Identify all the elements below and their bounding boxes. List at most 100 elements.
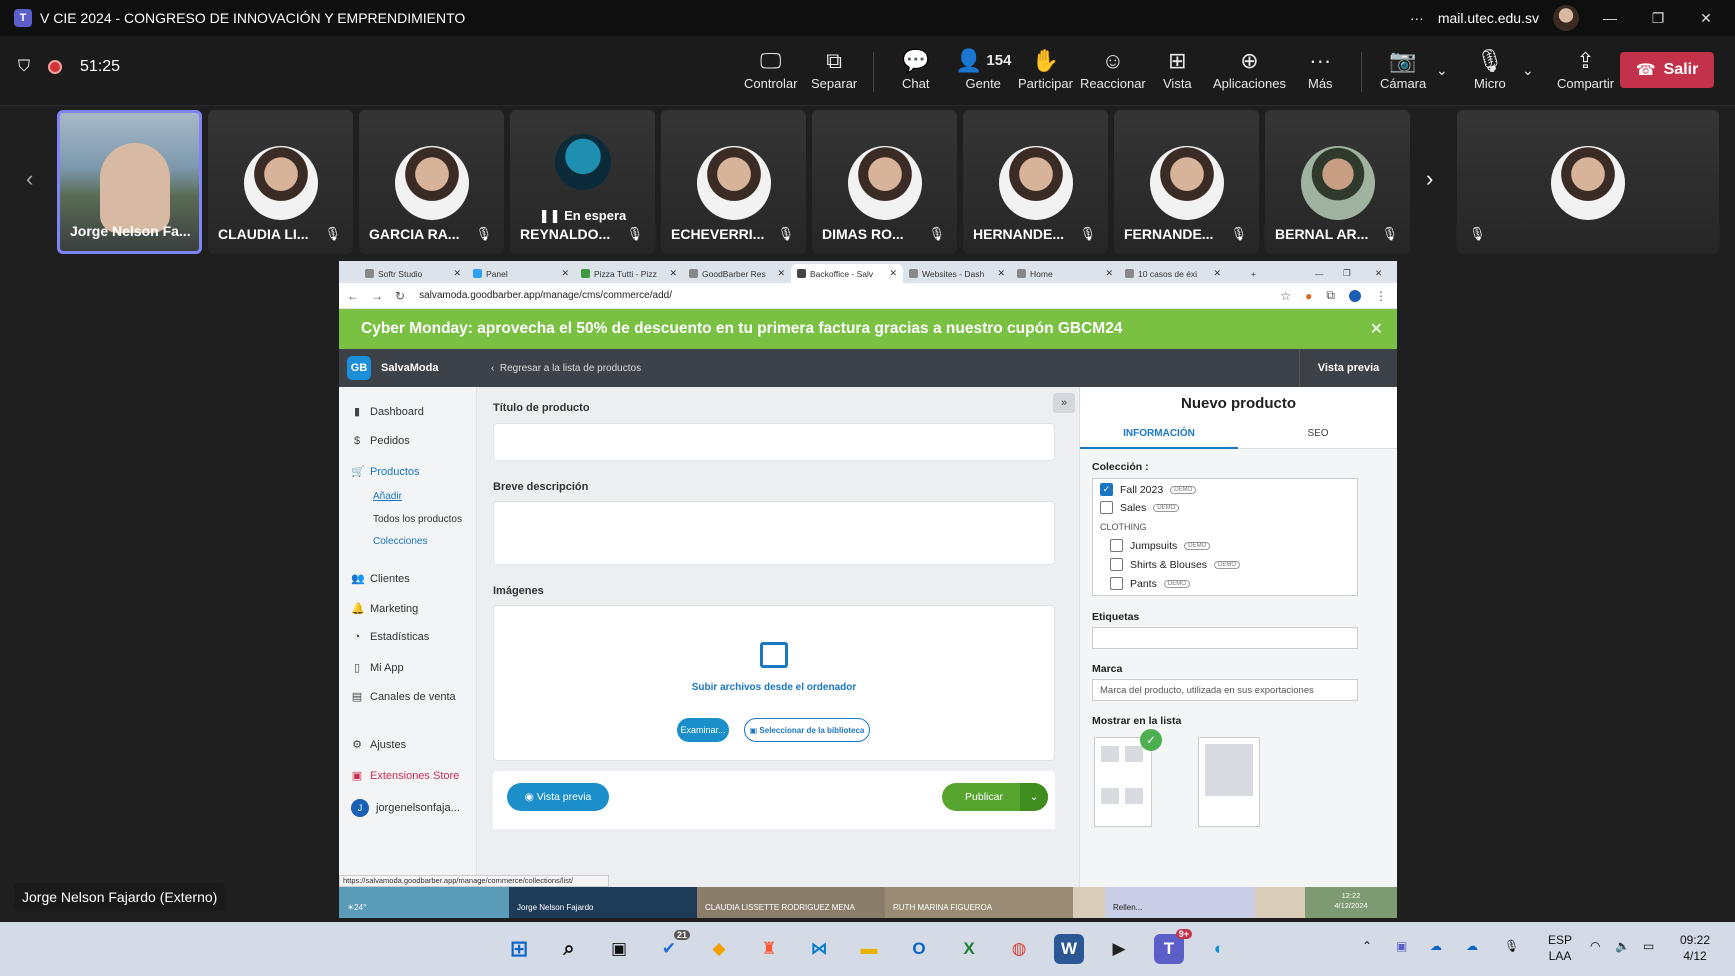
close-icon[interactable]: ✕: [1370, 319, 1383, 339]
chevron-up-icon[interactable]: ⌃: [1362, 938, 1372, 954]
sidebar-subitem-all-products[interactable]: Todos los productos: [373, 514, 462, 525]
layout-option-single[interactable]: [1198, 737, 1260, 827]
volume-icon[interactable]: 🔈: [1615, 938, 1630, 954]
forward-arrow-icon[interactable]: →: [371, 289, 383, 303]
collection-option[interactable]: Pants DEMO: [1110, 577, 1190, 590]
collapse-panel-icon[interactable]: »: [1053, 393, 1075, 413]
participant-tile[interactable]: Jorge Nelson Fa...: [57, 110, 202, 254]
edge-icon[interactable]: ◐: [1204, 934, 1234, 964]
star-icon[interactable]: ☆: [1280, 289, 1291, 303]
sidebar-item-stats[interactable]: ◔ Estadísticas: [351, 631, 430, 643]
participant-tile[interactable]: HERNANDE... 🎙: [963, 110, 1108, 254]
onedrive-icon[interactable]: ☁: [1466, 938, 1478, 954]
teams-icon[interactable]: T 9+: [1154, 929, 1192, 964]
outlook-icon[interactable]: O: [904, 934, 934, 964]
chevron-down-icon[interactable]: ⌄: [1020, 783, 1048, 811]
tags-input[interactable]: [1092, 627, 1358, 649]
browser-tab-active[interactable]: Backoffice - Salv ✕: [791, 264, 903, 283]
collection-option[interactable]: Shirts & Blouses DEMO: [1110, 558, 1241, 571]
chat-button[interactable]: 💬 Chat: [902, 46, 929, 102]
layout-option-grid[interactable]: [1094, 737, 1152, 827]
browser-tab[interactable]: Softr Studio ✕: [359, 264, 467, 283]
sidebar-item-user[interactable]: Jjorgenelsonfaja...: [351, 799, 460, 817]
participant-tile[interactable]: ❚❚ En espera REYNALDO... 🎙: [510, 110, 655, 254]
browser-tab[interactable]: 10 casos de éxi ✕: [1119, 264, 1227, 283]
browser-tab[interactable]: Websites - Dash ✕: [903, 264, 1011, 283]
leave-button[interactable]: ☎ Salir: [1620, 52, 1714, 88]
gallery-next-icon[interactable]: ›: [1426, 166, 1433, 192]
onedrive-icon[interactable]: ☁: [1430, 938, 1442, 954]
word-icon[interactable]: W: [1054, 934, 1084, 964]
restore-icon[interactable]: ❐: [1641, 10, 1675, 27]
minimize-icon[interactable]: —: [1309, 264, 1330, 283]
collection-option[interactable]: Sales DEMO: [1100, 501, 1180, 514]
vscode-icon[interactable]: ⋈: [804, 934, 834, 964]
browse-button[interactable]: Examinar...: [677, 718, 729, 742]
self-view-tile[interactable]: 🎙: [1457, 110, 1719, 254]
chrome-icon[interactable]: ◍: [1004, 934, 1034, 964]
search-icon[interactable]: ⌕: [554, 934, 584, 964]
participant-tile[interactable]: BERNAL AR... 🎙: [1265, 110, 1410, 254]
back-to-list-link[interactable]: ‹ Regresar a la lista de productos: [491, 363, 641, 374]
raise-hand-button[interactable]: ✋ Participar: [1018, 46, 1073, 102]
brand-input[interactable]: Marca del producto, utilizada en sus exp…: [1092, 679, 1358, 701]
avatar[interactable]: [1553, 5, 1579, 31]
windows-start-icon[interactable]: ⊞: [504, 934, 534, 964]
tab-information[interactable]: INFORMACIÓN: [1080, 421, 1238, 449]
sidebar-item-marketing[interactable]: 🔔 Marketing: [351, 602, 418, 616]
restore-icon[interactable]: ❐: [1337, 264, 1357, 283]
sidebar-subitem-collections[interactable]: Colecciones: [373, 536, 427, 547]
preview-button[interactable]: ◉ Vista previa: [507, 783, 609, 811]
sidebar-item-dashboard[interactable]: ▮ Dashboard: [351, 405, 424, 419]
camera-button[interactable]: 📷 Cámara: [1380, 46, 1426, 102]
back-arrow-icon[interactable]: ←: [347, 289, 359, 303]
sidebar-item-products[interactable]: 🛒 Productos: [351, 465, 420, 479]
select-library-button[interactable]: ▣ Seleccionar de la biblioteca: [744, 718, 870, 742]
new-tab-icon[interactable]: +: [1245, 264, 1262, 283]
tab-seo[interactable]: SEO: [1238, 421, 1397, 449]
language-indicator[interactable]: ESP LAA: [1548, 932, 1572, 964]
todo-icon[interactable]: ✔ 21: [654, 930, 690, 964]
reload-icon[interactable]: ↻: [395, 289, 405, 303]
wifi-icon[interactable]: ◠: [1590, 938, 1600, 954]
title-input[interactable]: [493, 423, 1055, 461]
collection-option[interactable]: ✓ Fall 2023 DEMO: [1100, 483, 1197, 496]
browser-tab[interactable]: GoodBarber Res ✕: [683, 264, 791, 283]
browser-tab[interactable]: Pizza Tutti - Pizz ✕: [575, 264, 683, 283]
sidebar-item-clients[interactable]: 👥 Clientes: [351, 572, 410, 586]
mic-off-icon[interactable]: 🎙: [1504, 938, 1519, 954]
teams-tray-icon[interactable]: ▣: [1396, 938, 1407, 954]
header-preview-button[interactable]: Vista previa: [1299, 349, 1397, 387]
sidebar-item-my-app[interactable]: ▯ Mi App: [351, 661, 404, 675]
brave-icon[interactable]: ♜: [754, 934, 784, 964]
task-view-icon[interactable]: ▣: [604, 934, 634, 964]
excel-icon[interactable]: X: [954, 934, 984, 964]
participant-tile[interactable]: ECHEVERRI... 🎙: [661, 110, 806, 254]
photos-icon[interactable]: ◆: [704, 934, 734, 964]
sidebar-item-settings[interactable]: ⚙ Ajustes: [351, 738, 406, 752]
publish-button[interactable]: Publicar ⌄: [942, 783, 1048, 811]
participant-tile[interactable]: GARCIA RA... 🎙: [359, 110, 504, 254]
battery-icon[interactable]: ▭: [1643, 938, 1654, 954]
view-button[interactable]: ⊞ Vista: [1163, 46, 1192, 102]
gallery-prev-icon[interactable]: ‹: [26, 166, 33, 192]
url-input[interactable]: salvamoda.goodbarber.app/manage/cms/comm…: [419, 290, 672, 301]
profile-avatar[interactable]: [1349, 289, 1361, 302]
apps-button[interactable]: ⊕ Aplicaciones: [1213, 46, 1286, 102]
react-button[interactable]: ☺ Reaccionar: [1080, 46, 1146, 102]
menu-icon[interactable]: ⋮: [1375, 289, 1387, 303]
separate-button[interactable]: ⧉ Separar: [811, 46, 857, 102]
people-button[interactable]: 👤 154 Gente: [955, 46, 1011, 102]
participant-tile[interactable]: FERNANDE... 🎙: [1114, 110, 1259, 254]
description-input[interactable]: [493, 501, 1055, 565]
control-button[interactable]: 🖵 Controlar: [744, 46, 797, 102]
sidebar-item-extensions[interactable]: ▣ Extensiones Store: [351, 769, 459, 783]
share-button[interactable]: ⇪ Compartir: [1557, 46, 1614, 102]
puzzle-icon[interactable]: ⧉: [1326, 288, 1335, 303]
more-button[interactable]: ··· Más: [1308, 46, 1333, 102]
participant-tile[interactable]: CLAUDIA LI... 🎙: [208, 110, 353, 254]
more-icon[interactable]: ···: [1410, 10, 1424, 26]
media-player-icon[interactable]: ▶: [1104, 934, 1134, 964]
mic-button[interactable]: 🎙 Micro: [1474, 46, 1506, 102]
sidebar-subitem-add[interactable]: Añadir: [373, 491, 402, 502]
